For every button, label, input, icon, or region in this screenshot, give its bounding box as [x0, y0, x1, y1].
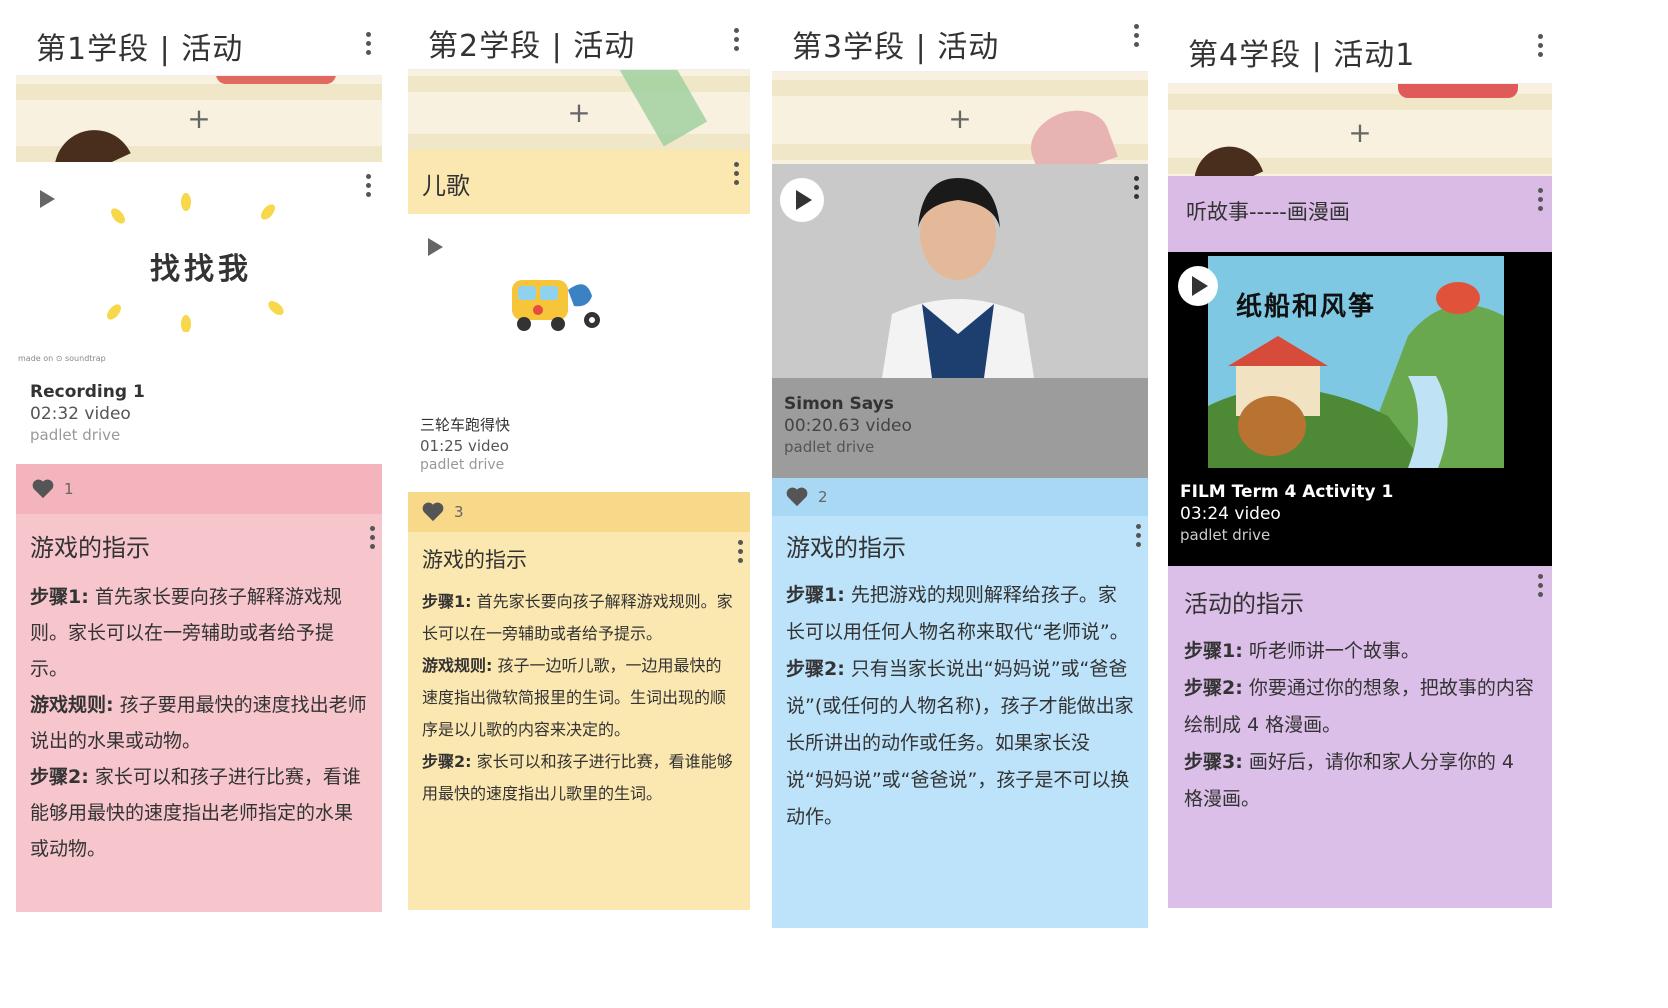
post-title: 游戏的指示	[30, 534, 150, 562]
post-body: 步骤1: 听老师讲一个故事。 步骤2: 你要通过你的想象，把故事的内容绘制成 4…	[1184, 633, 1536, 818]
like-count: 3	[454, 503, 464, 521]
video-thumbnail: 纸船和风筝	[1208, 256, 1504, 468]
step-label: 游戏规则:	[30, 694, 114, 716]
step-label: 步骤2:	[1184, 677, 1243, 699]
column-banner: +	[1168, 84, 1552, 176]
step-text: 只有当家长说出“妈妈说”或“爸爸说”(或任何的人物名称)，孩子才能做出家长所讲出…	[786, 658, 1134, 828]
column-title: 第4学段 | 活动1	[1188, 37, 1416, 73]
cover-text: 纸船和风筝	[1236, 292, 1377, 322]
play-icon[interactable]	[40, 190, 55, 208]
column-title: 第2学段 | 活动	[428, 28, 636, 64]
media-post[interactable]: 三轮车跑得快 01:25 video padlet drive	[408, 214, 750, 492]
add-post-button[interactable]: +	[187, 102, 210, 135]
media-duration: 02:32 video	[30, 404, 131, 424]
step-label: 步骤1:	[786, 584, 845, 606]
video-thumbnail	[772, 164, 1148, 378]
audio-cover: 找找我	[106, 192, 296, 333]
section-menu-icon[interactable]	[726, 158, 746, 188]
media-name: FILM Term 4 Activity 1	[1180, 482, 1394, 502]
step-label: 步骤1:	[30, 586, 89, 608]
column-menu-icon[interactable]	[358, 28, 378, 58]
column-banner: +	[772, 72, 1148, 164]
section-title: 听故事-----画漫画	[1186, 200, 1350, 224]
like-count: 1	[64, 480, 74, 498]
column-banner: +	[408, 70, 750, 150]
post-menu-icon[interactable]	[1530, 570, 1550, 600]
watermark: made on ⊙ soundtrap	[18, 354, 106, 363]
step-text: 听老师讲一个故事。	[1242, 640, 1420, 662]
section-title: 儿歌	[422, 172, 470, 200]
media-name: Recording 1	[30, 382, 145, 402]
add-post-button[interactable]: +	[567, 96, 590, 129]
column-header: 第2学段 | 活动	[408, 16, 750, 70]
text-post[interactable]: 游戏的指示 步骤1: 先把游戏的规则解释给孩子。家长可以用任何人物名称来取代“老…	[772, 516, 1148, 928]
likes-bar: 1	[16, 464, 382, 514]
media-post[interactable]: Simon Says 00:20.63 video padlet drive	[772, 164, 1148, 478]
media-source: padlet drive	[30, 426, 121, 444]
child-portrait-graphic	[772, 164, 1148, 378]
step-label: 步骤2:	[786, 658, 845, 680]
media-name: 三轮车跑得快	[420, 416, 511, 434]
post-menu-icon[interactable]	[362, 522, 382, 552]
play-icon[interactable]	[780, 178, 824, 222]
post-title: 游戏的指示	[786, 534, 906, 562]
section-menu-icon[interactable]	[1530, 184, 1550, 214]
post-menu-icon[interactable]	[730, 536, 750, 566]
media-duration: 00:20.63 video	[784, 416, 912, 436]
likes-bar: 3	[408, 492, 750, 532]
step-label: 游戏规则:	[422, 656, 493, 675]
post-body: 步骤1: 首先家长要向孩子解释游戏规则。家长可以在一旁辅助或者给予提示。 游戏规…	[30, 579, 368, 867]
post-body: 步骤1: 先把游戏的规则解释给孩子。家长可以用任何人物名称来取代“老师说”。 步…	[786, 577, 1134, 836]
step-label: 步骤1:	[422, 592, 472, 611]
column-title: 第3学段 | 活动	[792, 29, 1000, 65]
step-label: 步骤2:	[30, 766, 89, 788]
heart-icon[interactable]	[422, 502, 444, 522]
column-4: 第4学段 | 活动1 + 听故事-----画漫画 纸船和风筝 FILM Term…	[1168, 20, 1552, 908]
media-source: padlet drive	[420, 457, 505, 473]
column-menu-icon[interactable]	[1126, 20, 1146, 50]
column-menu-icon[interactable]	[726, 24, 746, 54]
add-post-button[interactable]: +	[1348, 116, 1371, 149]
column-2: 第2学段 | 活动 + 儿歌 三轮车跑得快 01:25 video padlet…	[408, 16, 750, 910]
column-header: 第4学段 | 活动1	[1168, 20, 1552, 84]
play-icon[interactable]	[1178, 266, 1218, 306]
column-banner: +	[16, 76, 382, 162]
media-duration: 03:24 video	[1180, 504, 1281, 524]
column-header: 第3学段 | 活动	[772, 16, 1148, 72]
text-post[interactable]: 活动的指示 步骤1: 听老师讲一个故事。 步骤2: 你要通过你的想象，把故事的内…	[1168, 566, 1552, 908]
post-title: 活动的指示	[1184, 590, 1304, 618]
post-menu-icon[interactable]	[358, 170, 378, 200]
media-source: padlet drive	[784, 438, 875, 456]
section-header: 听故事-----画漫画	[1168, 176, 1552, 252]
media-duration: 01:25 video	[420, 437, 509, 455]
tricycle-icon	[512, 280, 600, 331]
add-post-button[interactable]: +	[948, 102, 971, 135]
cover-text: 找找我	[150, 252, 252, 287]
column-title: 第1学段 | 活动	[36, 31, 244, 67]
media-post[interactable]: 纸船和风筝 FILM Term 4 Activity 1 03:24 video…	[1168, 252, 1552, 566]
text-post[interactable]: 游戏的指示 步骤1: 首先家长要向孩子解释游戏规则。家长可以在一旁辅助或者给予提…	[408, 532, 750, 910]
post-menu-icon[interactable]	[1128, 520, 1148, 550]
step-label: 步骤3:	[1184, 751, 1243, 773]
likes-bar: 2	[772, 478, 1148, 516]
step-label: 步骤2:	[422, 752, 472, 771]
text-post[interactable]: 游戏的指示 步骤1: 首先家长要向孩子解释游戏规则。家长可以在一旁辅助或者给予提…	[16, 514, 382, 912]
heart-icon[interactable]	[786, 487, 808, 507]
post-menu-icon[interactable]	[1126, 172, 1146, 202]
column-menu-icon[interactable]	[1530, 30, 1550, 60]
column-1: 第1学段 | 活动 + 找找我 made on ⊙ soundtrap Reco…	[16, 16, 382, 916]
post-body: 步骤1: 首先家长要向孩子解释游戏规则。家长可以在一旁辅助或者给予提示。 游戏规…	[422, 586, 736, 810]
section-header: 儿歌	[408, 150, 750, 214]
step-label: 步骤1:	[1184, 640, 1243, 662]
like-count: 2	[818, 488, 828, 506]
column-3: 第3学段 | 活动 + Simon Says 00:20.63 video pa…	[772, 16, 1148, 928]
media-source: padlet drive	[1180, 526, 1271, 544]
media-post[interactable]: 找找我 made on ⊙ soundtrap Recording 1 02:3…	[16, 162, 382, 464]
heart-icon[interactable]	[32, 479, 54, 499]
column-header: 第1学段 | 活动	[16, 16, 382, 76]
media-name: Simon Says	[784, 394, 894, 414]
play-icon[interactable]	[428, 238, 443, 256]
post-title: 游戏的指示	[422, 548, 527, 572]
